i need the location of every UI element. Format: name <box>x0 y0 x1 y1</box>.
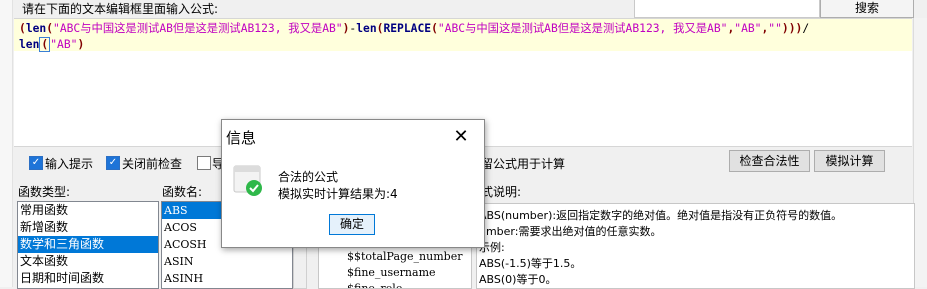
formula-token: "AB" <box>734 22 762 35</box>
search-button[interactable]: 搜索 <box>820 0 914 18</box>
function-item[interactable]: ASINH <box>162 270 292 287</box>
dialog-message-title: 合法的公式 <box>278 170 339 184</box>
formula-token: ) <box>77 38 85 51</box>
partial-checkbox[interactable] <box>197 156 211 170</box>
variable-item[interactable]: $fine_username <box>347 266 436 279</box>
category-item[interactable]: 日期和时间函数 <box>18 270 158 287</box>
function-label: 函数名: <box>162 185 203 199</box>
category-label: 函数类型: <box>18 185 71 199</box>
category-item[interactable]: 文本函数 <box>18 253 158 270</box>
close-icon[interactable]: ✕ <box>448 125 474 149</box>
editor-prompt: 请在下面的文本编辑框里面输入公式: <box>22 2 219 16</box>
input-hint-checkbox[interactable]: ✓ <box>29 156 43 170</box>
keep-formula-label: 留公式用于计算 <box>481 157 566 171</box>
variable-item[interactable]: $fine_role <box>347 282 402 288</box>
description-box: ABS(number):返回指定数字的绝对值。绝对值是指没有正负符号的数值。 um… <box>476 203 915 289</box>
description-line: ABS(number):返回指定数字的绝对值。绝对值是指没有正负符号的数值。 <box>479 209 843 222</box>
formula-token: "ABC与中国这是测试AB但是这是测试AB123, 我又是AB" <box>53 22 343 35</box>
function-item[interactable]: ASIN <box>162 253 292 270</box>
formula-token: ( <box>46 22 54 35</box>
category-item[interactable]: 常用函数 <box>18 202 158 219</box>
formula-line-2: len("AB") <box>19 37 84 53</box>
description-line: ABS(-1.5)等于1.5。 <box>479 257 582 270</box>
variable-item[interactable]: $$totalPage_number <box>347 250 462 263</box>
description-line: ABS(0)等于0。 <box>479 273 557 286</box>
formula-token: "ABC与中国这是测试AB但是这是测试AB123, 我又是AB" <box>437 22 728 35</box>
formula-line-1: (len("ABC与中国这是测试AB但是这是测试AB123, 我又是AB")-l… <box>19 21 809 37</box>
formula-token: ( <box>431 22 438 35</box>
window-scrollbar[interactable] <box>913 18 927 287</box>
formula-token: / <box>802 22 810 35</box>
formula-token: "" <box>768 22 782 35</box>
description-line: umber:需要求出绝对值的任意实数。 <box>479 225 662 238</box>
dialog-message-result: 模拟实时计算结果为:4 <box>278 187 398 201</box>
category-item[interactable]: 新增函数 <box>18 219 158 236</box>
formula-token: ( <box>19 22 26 35</box>
formula-token: len <box>19 38 40 51</box>
formula-token-at-caret: ( <box>39 37 51 52</box>
check-validity-button[interactable]: 检查合法性 <box>729 150 810 172</box>
ok-button[interactable]: 确定 <box>329 214 375 235</box>
input-hint-label: 输入提示 <box>45 157 94 171</box>
category-list[interactable]: 常用函数 新增函数 数学和三角函数 文本函数 日期和时间函数 <box>17 201 159 289</box>
check-before-close-checkbox[interactable]: ✓ <box>106 156 120 170</box>
formula-token: REPLACE <box>383 22 432 35</box>
dialog-title: 信息 <box>226 129 257 147</box>
search-input[interactable] <box>634 0 820 18</box>
formula-token: ))) <box>781 22 803 35</box>
simulate-calc-button[interactable]: 模拟计算 <box>814 150 885 172</box>
description-label: 式说明: <box>481 185 522 199</box>
category-item[interactable]: 数学和三角函数 <box>18 236 158 253</box>
check-before-close-label: 关闭前检查 <box>122 157 183 171</box>
valid-check-icon <box>233 165 262 196</box>
info-dialog: 信息 ✕ 合法的公式 模拟实时计算结果为:4 确定 <box>221 119 485 248</box>
formula-token: len <box>25 22 47 35</box>
formula-token: "AB" <box>50 38 78 51</box>
left-edge-strip <box>0 0 13 287</box>
formula-token: len <box>356 22 377 35</box>
